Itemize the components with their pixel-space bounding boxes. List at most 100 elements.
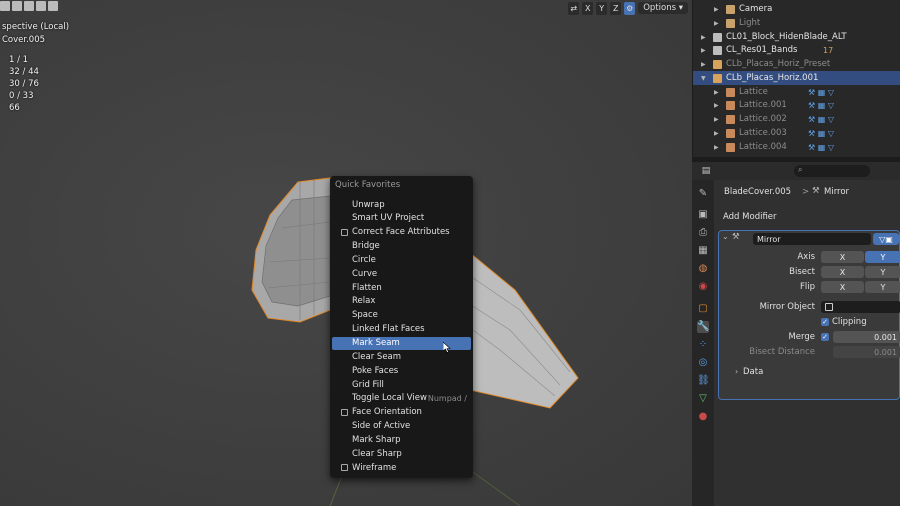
quick-fav-item[interactable]: Flatten (332, 281, 471, 294)
outliner-object-icon (726, 18, 735, 28)
outliner-row[interactable]: ▶ Light (693, 16, 900, 30)
merge-distance-field[interactable]: 0.001 (833, 331, 900, 343)
outliner-row[interactable]: ▶ Lattice.002 ⚒ ▦ ▽ (693, 112, 900, 126)
mirror-object-field[interactable] (821, 301, 900, 313)
modifier-name-field[interactable]: Mirror (753, 233, 871, 245)
quick-fav-label: Side of Active (352, 421, 411, 432)
mirror-toggle-icon[interactable]: ⇄ (568, 1, 580, 15)
snap-icon[interactable]: ⚙ (624, 1, 636, 15)
expand-arrow-right-icon[interactable]: ▶ (714, 20, 720, 27)
expand-arrow-right-icon[interactable]: ▶ (714, 144, 720, 151)
bisect-y-button[interactable]: Y (865, 266, 900, 278)
modifier-tab-icon[interactable]: 🔧 (697, 321, 709, 333)
material-tab-icon[interactable]: ● (697, 411, 709, 423)
scene-tab-icon[interactable]: ◍ (697, 263, 709, 275)
options-dropdown[interactable]: Options ▾ (638, 2, 688, 14)
quick-fav-item[interactable]: Wireframe (332, 461, 471, 474)
quick-fav-item[interactable]: Unwrap (332, 198, 471, 211)
axis-y-toggle[interactable]: Y (596, 1, 608, 15)
outliner-row[interactable]: ▶ Lattice.001 ⚒ ▦ ▽ (693, 98, 900, 112)
select-extend-icon[interactable] (12, 1, 22, 11)
editmode-toggle-icon[interactable]: ▽▣ (873, 233, 899, 245)
axis-label: Axis (797, 252, 815, 262)
flip-y-button[interactable]: Y (865, 281, 900, 293)
constraints-tab-icon[interactable]: ⛓ (697, 375, 710, 387)
world-tab-icon[interactable]: ◉ (697, 281, 709, 293)
expand-arrow-right-icon[interactable]: ▶ (701, 47, 707, 54)
expand-arrow-right-icon[interactable]: ▶ (714, 116, 720, 123)
outliner-label: Lattice.002 (739, 114, 787, 124)
view-layer-tab-icon[interactable]: ▦ (697, 245, 709, 257)
quick-fav-item[interactable]: Toggle Local View Numpad / (332, 392, 471, 405)
axis-y-button[interactable]: Y (865, 251, 900, 263)
axis-z-toggle[interactable]: Z (610, 1, 622, 15)
expand-arrow-right-icon[interactable]: ▶ (714, 89, 720, 96)
quick-fav-item[interactable]: Bridge (332, 240, 471, 253)
quick-fav-item[interactable]: Clear Sharp (332, 447, 471, 460)
quick-fav-item[interactable]: Face Orientation (332, 406, 471, 419)
outliner-row[interactable]: ▼ CLb_Placas_Horiz.001 (693, 71, 900, 85)
outliner-row[interactable]: ▶ CL01_Block_HidenBlade_ALT (693, 30, 900, 44)
quick-fav-item[interactable]: Mark Sharp (332, 433, 471, 446)
quick-fav-item[interactable]: Curve (332, 267, 471, 280)
modifier-breadcrumb: Mirror (824, 187, 850, 197)
editor-type-icon[interactable]: ▤ (700, 165, 712, 177)
quick-fav-item[interactable]: Correct Face Attributes (332, 226, 471, 239)
outliner-object-icon (726, 87, 735, 97)
quick-fav-item[interactable]: Poke Faces (332, 364, 471, 377)
outliner-row[interactable]: ▶ Lattice.004 ⚒ ▦ ▽ (693, 140, 900, 154)
render-tab-icon[interactable]: ▣ (697, 209, 709, 221)
object-tab-icon[interactable]: ▢ (697, 303, 709, 315)
quick-fav-checkbox[interactable] (341, 228, 348, 236)
outliner-row[interactable]: ▶ Lattice ⚒ ▦ ▽ (693, 85, 900, 99)
expand-arrow-right-icon[interactable]: ▶ (714, 6, 720, 13)
clipping-checkbox[interactable]: ✓ (821, 318, 829, 326)
expand-arrow-right-icon[interactable]: ▶ (714, 130, 720, 137)
quick-fav-item[interactable]: Grid Fill (332, 378, 471, 391)
expand-arrow-down-icon[interactable]: ▼ (701, 75, 707, 82)
select-invert-icon[interactable] (48, 1, 58, 11)
outliner-row[interactable]: ▶ CLb_Placas_Horiz_Preset (693, 57, 900, 71)
axis-x-button[interactable]: X (821, 251, 864, 263)
data-expand-chevron-icon[interactable]: › (735, 367, 738, 376)
quick-fav-label: Space (352, 310, 378, 321)
select-mode-toolbar[interactable] (0, 1, 58, 11)
data-subpanel-label[interactable]: Data (743, 367, 763, 377)
collapse-chevron-icon[interactable]: ⌄ (722, 232, 729, 241)
outliner-row[interactable]: ▶ Lattice.003 ⚒ ▦ ▽ (693, 126, 900, 140)
select-box-icon[interactable] (0, 1, 10, 11)
select-intersect-icon[interactable] (36, 1, 46, 11)
tool-tab-icon[interactable]: ✎ (697, 188, 709, 200)
outliner-object-icon (713, 32, 722, 42)
object-picker-icon (825, 303, 833, 311)
select-subtract-icon[interactable] (24, 1, 34, 11)
properties-search-input[interactable]: ⌕ (794, 165, 870, 177)
quick-fav-item[interactable]: Linked Flat Faces (332, 323, 471, 336)
bisect-distance-field[interactable]: 0.001 (833, 346, 900, 358)
merge-checkbox[interactable]: ✓ (821, 333, 829, 341)
outliner-row[interactable]: ▶ CL_Res01_Bands 17 (693, 43, 900, 57)
expand-arrow-right-icon[interactable]: ▶ (714, 102, 720, 109)
quick-favorites-menu: Quick Favorites Unwrap Smart UV Project Co… (330, 176, 473, 478)
output-tab-icon[interactable]: ⎙ (697, 227, 709, 239)
modifier-data-icons: ⚒ ▦ ▽ (808, 114, 834, 124)
flip-x-button[interactable]: X (821, 281, 864, 293)
quick-fav-item[interactable]: Smart UV Project (332, 212, 471, 225)
quick-fav-checkbox[interactable] (341, 464, 348, 472)
quick-fav-checkbox[interactable] (341, 408, 348, 416)
data-tab-icon[interactable]: ▽ (697, 393, 709, 405)
quick-fav-item[interactable]: Side of Active (332, 420, 471, 433)
physics-tab-icon[interactable]: ◎ (697, 357, 709, 369)
add-modifier-button[interactable]: Add Modifier (723, 212, 777, 222)
quick-fav-item[interactable]: Circle (332, 253, 471, 266)
quick-fav-item[interactable]: Space (332, 309, 471, 322)
expand-arrow-right-icon[interactable]: ▶ (701, 61, 707, 68)
expand-arrow-right-icon[interactable]: ▶ (701, 34, 707, 41)
axis-x-toggle[interactable]: X (582, 1, 594, 15)
outliner-row[interactable]: ▶ Camera (693, 2, 900, 16)
bisect-x-button[interactable]: X (821, 266, 864, 278)
3d-viewport[interactable]: spective (Local) Cover.005 1 / 1 32 / 44… (0, 0, 692, 506)
particles-tab-icon[interactable]: ⁘ (697, 339, 709, 351)
quick-fav-item[interactable]: Relax (332, 295, 471, 308)
outliner-panel[interactable]: ▶ Camera ▶ Light ▶ CL01_Block_HidenBlade_ALT ▶… (692, 0, 900, 157)
